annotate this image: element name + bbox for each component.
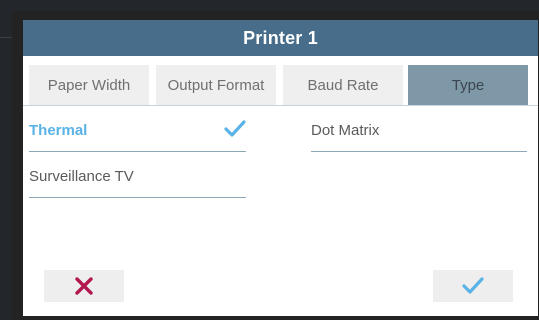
dialog-title-bar: Printer 1 bbox=[23, 20, 538, 56]
dialog-title: Printer 1 bbox=[243, 27, 318, 48]
option-dot-matrix-label: Dot Matrix bbox=[311, 122, 380, 139]
option-surveillance-tv[interactable]: Surveillance TV bbox=[29, 156, 246, 198]
checkmark-icon bbox=[462, 277, 484, 294]
tabs-divider bbox=[23, 105, 538, 106]
printer-dialog: Printer 1 Paper Width Output Format Baud… bbox=[12, 11, 539, 320]
option-thermal-label: Thermal bbox=[29, 122, 88, 139]
tab-baud-rate[interactable]: Baud Rate bbox=[283, 65, 403, 105]
option-surveillance-tv-label: Surveillance TV bbox=[29, 168, 134, 185]
tab-output-format[interactable]: Output Format bbox=[156, 65, 276, 105]
confirm-button[interactable] bbox=[433, 270, 513, 302]
option-thermal[interactable]: Thermal bbox=[29, 110, 246, 152]
dialog-panel: Printer 1 Paper Width Output Format Baud… bbox=[23, 20, 538, 316]
cancel-button[interactable] bbox=[44, 270, 124, 302]
checkmark-icon bbox=[224, 120, 246, 137]
close-icon bbox=[75, 277, 93, 295]
option-dot-matrix[interactable]: Dot Matrix bbox=[311, 110, 527, 152]
tab-type[interactable]: Type bbox=[408, 65, 528, 105]
tab-paper-width[interactable]: Paper Width bbox=[29, 65, 149, 105]
